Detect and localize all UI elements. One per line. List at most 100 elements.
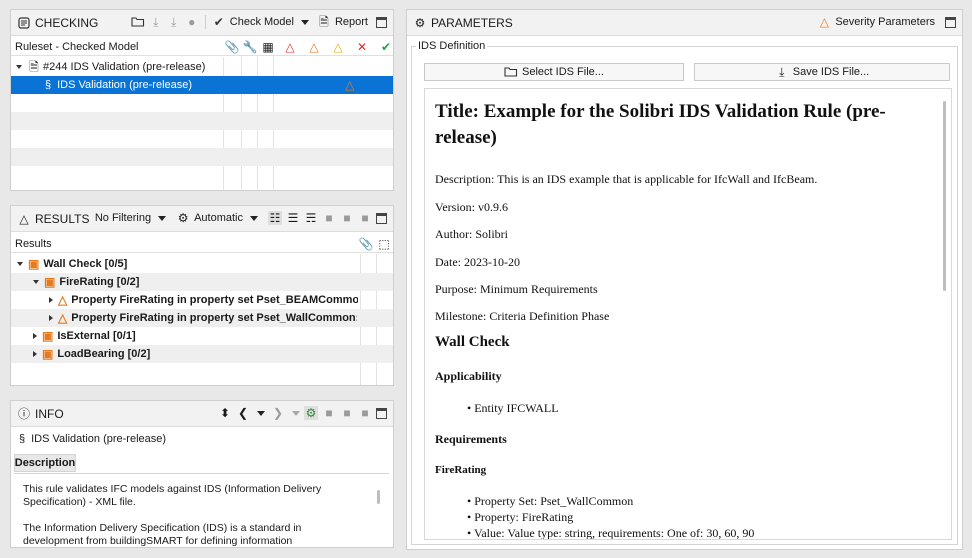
folder-warning-icon: ▣ <box>42 347 54 361</box>
doc-entity-text: Entity IFCWALL <box>474 401 559 415</box>
download-alt-icon[interactable]: ⤓ <box>167 15 181 29</box>
results-row-label: Property FireRating in property set Pset… <box>71 312 358 324</box>
description-paragraph: This rule validates IFC models against I… <box>23 483 322 508</box>
doc-property-text: Property: FireRating <box>474 510 574 524</box>
low-severity-icon[interactable]: △ <box>331 40 345 54</box>
ids-document-view: Title: Example for the Solibri IDS Valid… <box>424 88 952 540</box>
download-icon[interactable]: ⤓ <box>149 15 163 29</box>
results-row[interactable]: ▣ FireRating [0/2] <box>11 273 393 291</box>
folder-warning-icon: ▣ <box>42 329 54 343</box>
rule-section-icon: § <box>19 433 26 445</box>
lock-icon[interactable]: ■ <box>358 211 372 225</box>
maximize-icon[interactable] <box>376 212 387 224</box>
expand-icon[interactable] <box>49 315 53 321</box>
folder-warning-icon: ▣ <box>28 257 40 271</box>
gear-icon: ⚙ <box>414 15 426 30</box>
screenshot-icon[interactable]: ⬚ <box>377 237 391 251</box>
expand-icon[interactable] <box>16 65 22 69</box>
expand-icon[interactable] <box>17 262 23 266</box>
gear-icon: ⚙ <box>177 211 189 225</box>
description-scrollbar[interactable] <box>377 490 380 504</box>
lock-icon[interactable]: ■ <box>358 406 372 420</box>
attachment-icon[interactable]: 📎 <box>359 237 374 251</box>
results-row-label: IsExternal [0/1] <box>57 330 136 342</box>
forward-dropdown-icon[interactable] <box>292 410 300 416</box>
warning-icon: △ <box>58 311 68 325</box>
open-folder-icon[interactable] <box>131 15 145 29</box>
ids-definition-label: IDS Definition <box>416 40 488 52</box>
info-rule-label: IDS Validation (pre-release) <box>31 433 167 445</box>
results-row[interactable]: ▣ IsExternal [0/1] <box>11 327 393 345</box>
link-icon[interactable]: ⚙ <box>304 406 318 420</box>
doc-milestone: Milestone: Criteria Definition Phase <box>435 309 610 323</box>
automatic-dropdown-icon[interactable] <box>250 215 258 221</box>
info-icon: ⓘ <box>17 406 30 421</box>
list-icon[interactable]: ☰ <box>286 211 300 225</box>
lock-icon[interactable]: ■ <box>340 406 354 420</box>
moderate-severity-icon[interactable]: △ <box>307 40 321 54</box>
expand-icon[interactable] <box>33 280 39 284</box>
check-model-button[interactable]: Check Model <box>230 16 294 28</box>
expand-icon[interactable] <box>33 333 37 339</box>
folder-warning-icon: ▣ <box>44 275 56 289</box>
report-button[interactable]: Report <box>335 16 368 28</box>
maximize-icon[interactable] <box>376 16 387 28</box>
filter-dropdown[interactable]: No Filtering <box>95 212 151 224</box>
severity-parameters-button[interactable]: Severity Parameters <box>835 16 935 28</box>
rejected-icon[interactable]: ✕ <box>355 40 369 54</box>
doc-date: Date: 2023-10-20 <box>435 255 520 269</box>
doc-pset-item: • Property Set: Pset_WallCommon <box>467 494 634 508</box>
automatic-dropdown[interactable]: Automatic <box>194 212 243 224</box>
select-ids-file-button[interactable]: Select IDS File... <box>424 63 684 81</box>
results-row-label: Property FireRating in property set Pset… <box>71 294 358 306</box>
rule-row-selected[interactable]: § IDS Validation (pre-release) △ <box>11 76 393 94</box>
check-model-dropdown-icon[interactable] <box>300 19 309 25</box>
doc-applicability-heading: Applicability <box>435 369 502 383</box>
doc-requirements-heading: Requirements <box>435 432 507 446</box>
doc-firerating-heading: FireRating <box>435 464 487 476</box>
description-tab[interactable]: Description <box>14 454 76 472</box>
forward-icon[interactable]: ❯ <box>271 406 285 420</box>
results-row[interactable]: ▣ Wall Check [0/5] <box>11 255 393 273</box>
hierarchy-icon[interactable]: ☷ <box>268 211 282 225</box>
results-row[interactable]: △ Property FireRating in property set Ps… <box>11 309 393 327</box>
maximize-icon[interactable] <box>945 16 956 28</box>
attachment-icon[interactable]: 📎 <box>225 40 240 54</box>
expand-icon[interactable] <box>49 297 53 303</box>
wrench-icon[interactable]: 🔧 <box>243 40 258 54</box>
doc-title: Title: Example for the Solibri IDS Valid… <box>435 101 886 148</box>
back-icon[interactable]: ❮ <box>236 406 250 420</box>
expand-icon[interactable] <box>33 351 37 357</box>
document-scrollbar[interactable] <box>943 101 946 291</box>
info-panel: ⓘ INFO ⬍ ❮ ❯ ⚙ ■ ■ ■ § IDS Validation (p… <box>10 400 394 548</box>
history-dropdown-icon[interactable] <box>257 410 265 416</box>
sort-icon[interactable]: ⬍ <box>218 406 232 420</box>
doc-entity-item: • Entity IFCWALL <box>467 401 559 415</box>
lock-icon[interactable]: ■ <box>322 211 336 225</box>
checking-panel: CHECKING ⤓ ⤓ ● ✔ Check Model 🗎 Report Ru… <box>10 9 394 191</box>
critical-severity-icon[interactable]: △ <box>283 40 297 54</box>
rule-warning-icon: △ <box>345 78 355 92</box>
stop-icon[interactable]: ● <box>185 15 199 29</box>
ruleset-row[interactable]: 🗎 #244 IDS Validation (pre-release) <box>11 58 393 76</box>
ids-definition-group: IDS Definition Select IDS File... ⤓ Save… <box>411 40 958 545</box>
save-ids-file-button[interactable]: ⤓ Save IDS File... <box>694 63 950 81</box>
results-row[interactable]: ▣ LoadBearing [0/2] <box>11 345 393 363</box>
doc-property-item: • Property: FireRating <box>467 510 574 524</box>
table-icon[interactable]: ▦ <box>261 40 275 54</box>
results-triangle-icon: △ <box>19 211 29 226</box>
maximize-icon[interactable] <box>376 407 387 419</box>
doc-value-item: • Value: Value type: string, requirement… <box>467 526 755 540</box>
lock-icon[interactable]: ■ <box>322 406 336 420</box>
doc-author: Author: Solibri <box>435 227 509 241</box>
lock-icon[interactable]: ■ <box>340 211 354 225</box>
accepted-icon[interactable]: ✔ <box>379 40 393 54</box>
results-row[interactable]: △ Property FireRating in property set Ps… <box>11 291 358 309</box>
checking-icon <box>17 16 31 30</box>
results-toolbar: No Filtering ⚙ Automatic ☷ ☰ ☴ ■ ■ ■ <box>95 211 387 225</box>
rule-section-icon: § <box>45 79 52 91</box>
results-row-label: FireRating [0/2] <box>59 276 140 288</box>
description-body: This rule validates IFC models against I… <box>14 473 389 547</box>
settings-list-icon[interactable]: ☴ <box>304 211 318 225</box>
filter-dropdown-icon[interactable] <box>158 215 167 221</box>
